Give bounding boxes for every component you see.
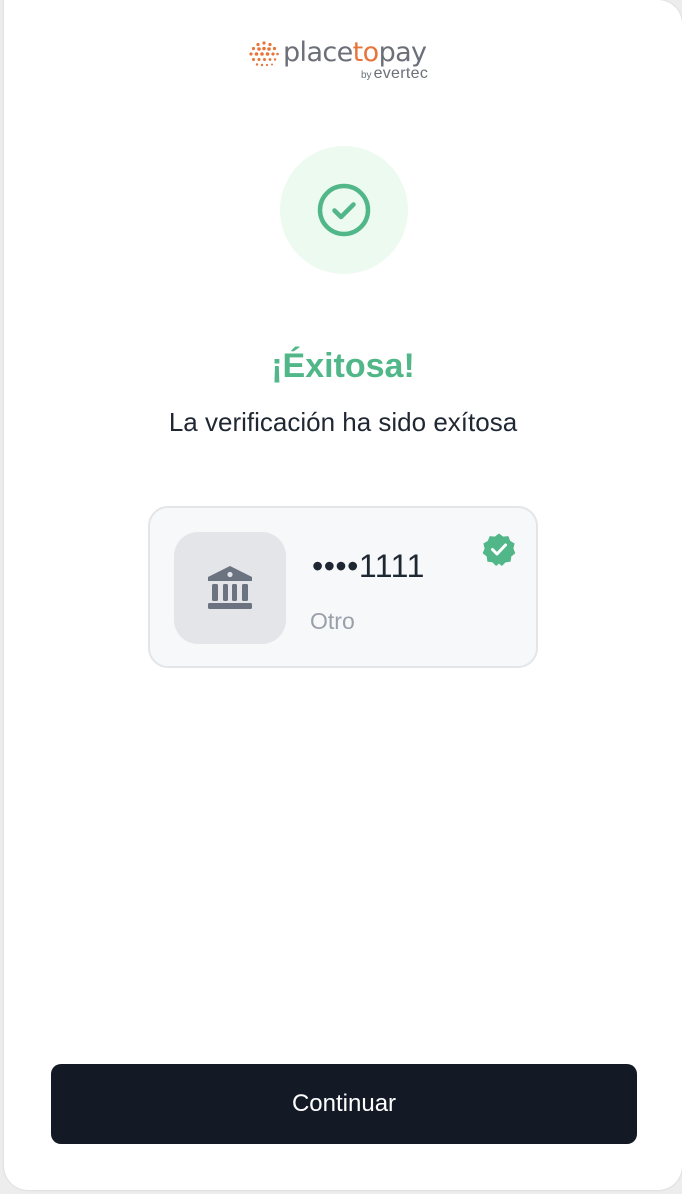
- verified-badge-icon: [482, 533, 516, 566]
- status-title: ¡Éxitosa!: [271, 347, 415, 385]
- success-icon-circle: [280, 146, 408, 274]
- logo-dots-icon: [249, 41, 279, 67]
- logo-word-to: to: [352, 37, 380, 68]
- logo-evertec: evertec: [373, 65, 429, 82]
- logo-byline: by evertec: [361, 66, 428, 84]
- bank-icon: [208, 566, 252, 609]
- check-circle-icon: [317, 183, 371, 237]
- continue-button[interactable]: Continuar: [51, 1064, 637, 1144]
- status-message: La verificación ha sido exítosa: [168, 407, 518, 437]
- logo-by: by: [361, 70, 372, 81]
- masked-account-number: ••••1111: [312, 548, 425, 584]
- logo-word-pay: pay: [378, 37, 427, 68]
- bank-icon-tile: [174, 532, 286, 644]
- logo-word-place: place: [283, 37, 353, 68]
- account-card: ••••1111 Otro: [148, 506, 538, 668]
- verification-card: placetopay by evertec ¡Éxitosa! La verifi…: [4, 0, 682, 1190]
- placetopay-logo: placetopay by evertec: [248, 36, 448, 86]
- account-type: Otro: [310, 608, 355, 634]
